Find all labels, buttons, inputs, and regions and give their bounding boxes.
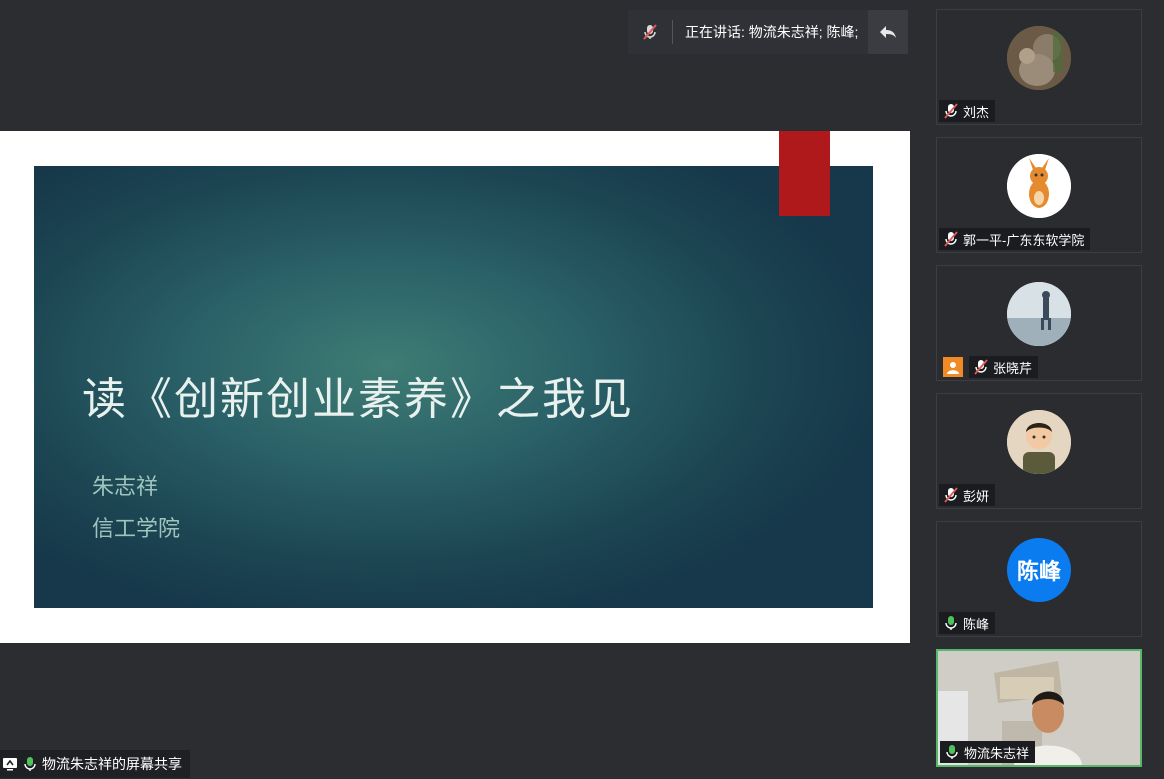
screen-share-icon xyxy=(2,756,18,772)
collapse-panel-button[interactable] xyxy=(868,10,908,54)
slide-author: 朱志祥 xyxy=(92,475,159,500)
slide-title: 读《创新创业素养》之我见 xyxy=(82,374,634,425)
main-share-area: 正在讲话: 物流朱志祥; 陈峰; 读《创新创业素养》之我见 朱志祥 信工学院 物… xyxy=(0,0,910,779)
speaking-text: 正在讲话: 物流朱志祥; 陈峰; xyxy=(685,24,859,40)
participant-name: 彭妍 xyxy=(963,488,990,504)
screen-share-label: 物流朱志祥的屏幕共享 xyxy=(0,750,190,778)
participant-tile[interactable]: 彭妍 xyxy=(936,393,1142,509)
mic-on-icon xyxy=(943,615,959,631)
divider xyxy=(672,20,673,44)
mic-on-icon xyxy=(22,756,38,772)
slide-department: 信工学院 xyxy=(92,517,181,542)
participant-tile[interactable]: 陈峰 陈峰 xyxy=(936,521,1142,637)
participant-name: 郭一平-广东东软学院 xyxy=(963,232,1085,248)
participant-name-tag: 郭一平-广东东软学院 xyxy=(939,228,1091,250)
avatar xyxy=(1007,26,1071,90)
avatar-initials: 陈峰 xyxy=(1016,559,1061,584)
participants-panel: 刘杰 郭一平-广东东软学院 张晓芹 彭妍 陈峰 陈峰 物流朱志祥 xyxy=(910,0,1164,779)
participant-name: 刘杰 xyxy=(963,104,990,120)
participant-name: 张晓芹 xyxy=(993,360,1033,376)
participant-name: 物流朱志祥 xyxy=(964,745,1030,761)
speaker-indicator-bar: 正在讲话: 物流朱志祥; 陈峰; xyxy=(628,10,908,54)
slide-red-tab-overlay xyxy=(779,131,830,216)
reply-arrow-icon xyxy=(880,26,896,38)
share-label-text: 物流朱志祥的屏幕共享 xyxy=(42,756,182,772)
muted-mic-icon[interactable] xyxy=(628,10,672,54)
avatar xyxy=(1007,154,1071,218)
participant-name: 陈峰 xyxy=(963,616,990,632)
avatar xyxy=(1007,410,1071,474)
host-badge-icon xyxy=(943,357,963,377)
participant-tile[interactable]: 刘杰 xyxy=(936,9,1142,125)
participant-name-tag: 彭妍 xyxy=(939,484,996,506)
muted-mic-icon xyxy=(943,231,959,247)
mic-on-icon xyxy=(944,744,960,760)
muted-mic-icon xyxy=(943,487,959,503)
participant-tile[interactable]: 郭一平-广东东软学院 xyxy=(936,137,1142,253)
participant-name-tag: 张晓芹 xyxy=(939,356,1044,378)
participant-name-tag: 陈峰 xyxy=(939,612,996,634)
avatar xyxy=(1007,282,1071,346)
participant-name-tag: 物流朱志祥 xyxy=(940,741,1036,763)
muted-mic-icon xyxy=(973,359,989,375)
avatar: 陈峰 xyxy=(1007,538,1071,602)
muted-mic-icon xyxy=(943,103,959,119)
participant-tile[interactable]: 张晓芹 xyxy=(936,265,1142,381)
participant-name-tag: 刘杰 xyxy=(939,100,996,122)
active-speaker-video-tile[interactable]: 物流朱志祥 xyxy=(936,649,1142,767)
shared-slide: 读《创新创业素养》之我见 朱志祥 信工学院 xyxy=(0,131,910,643)
